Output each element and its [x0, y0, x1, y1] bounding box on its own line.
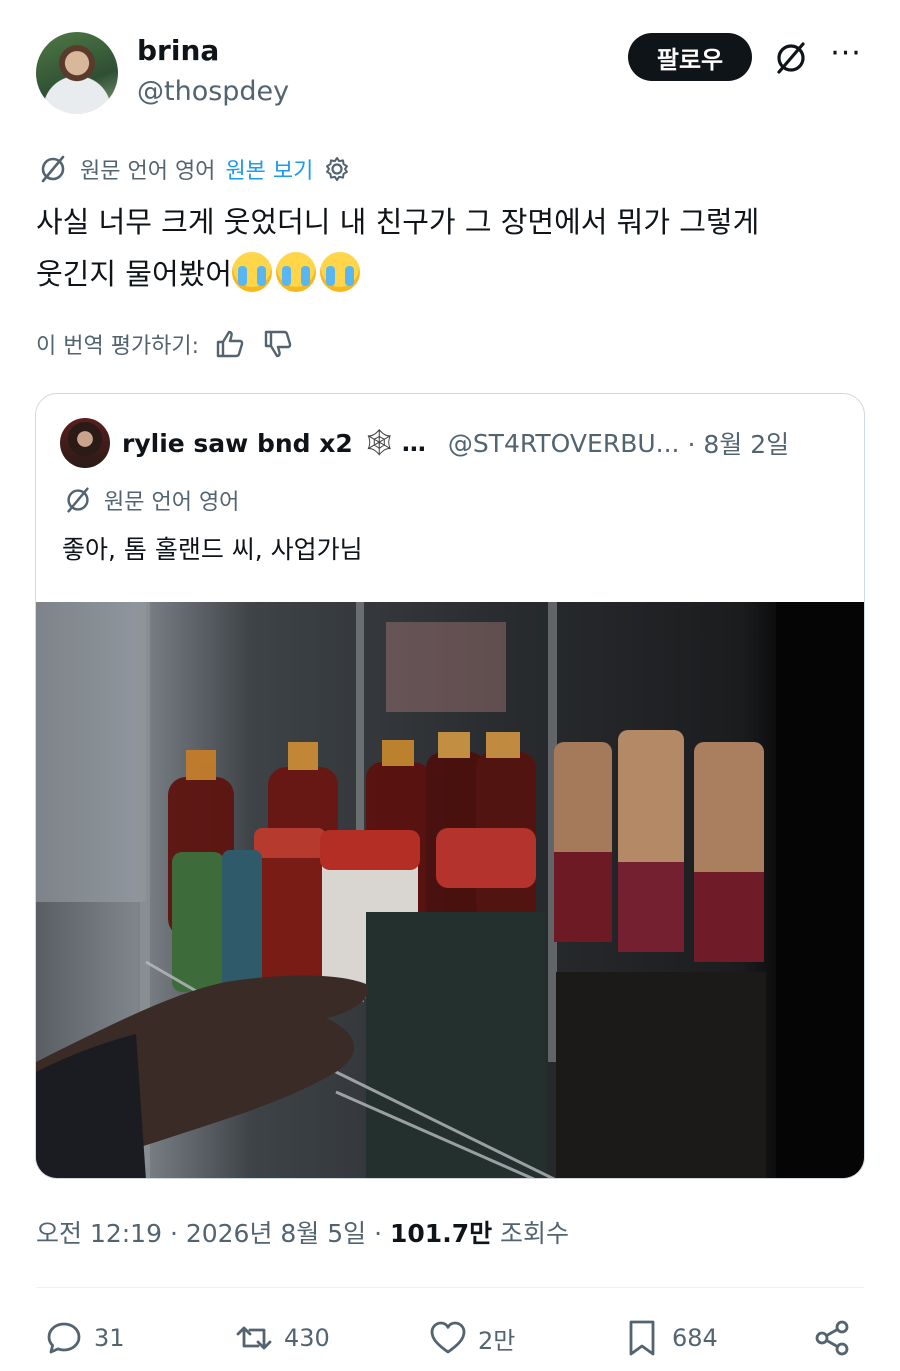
post-text-line: 사실 너무 크게 웃었더니 내 친구가 그 장면에서 뭐가 그렇게 — [36, 205, 760, 239]
quoted-author-name: rylie saw bnd x2 — [122, 428, 353, 458]
author-avatar[interactable] — [36, 32, 118, 114]
bookmark-button[interactable]: 684 — [622, 1310, 718, 1366]
quoted-post[interactable]: rylie saw bnd x2 🕸 … @ST4RTOVERBU... · 8… — [35, 393, 865, 1179]
share-icon — [815, 1320, 849, 1356]
share-button[interactable] — [812, 1310, 862, 1366]
heart-icon — [430, 1321, 466, 1354]
gear-icon[interactable] — [323, 155, 351, 183]
post-timestamp[interactable]: 오전 12:19 · 2026년 8월 5일 · — [36, 1219, 382, 1248]
post-header: brina @thospdey 팔로우 ··· — [0, 0, 900, 140]
quoted-video-thumbnail[interactable] — [36, 602, 864, 1178]
post-text-segment: 웃긴지 물어봤어 — [36, 257, 232, 291]
quoted-translation-label: 원문 언어 영어 — [104, 490, 240, 515]
repost-icon — [236, 1326, 272, 1350]
view-original-link[interactable]: 원본 보기 — [225, 153, 313, 185]
crying-face-emoji-icon — [319, 252, 360, 292]
author-handle[interactable]: @thospdey — [137, 76, 289, 107]
repost-count: 430 — [284, 1324, 330, 1352]
quoted-translation-notice: 원문 언어 영어 — [62, 484, 239, 516]
bookmark-count: 684 — [672, 1324, 718, 1352]
grok-icon[interactable] — [771, 38, 811, 78]
bookmark-icon — [629, 1320, 655, 1356]
reply-count: 31 — [94, 1324, 125, 1352]
author-display-name[interactable]: brina — [137, 34, 219, 67]
view-count-label: 조회수 — [500, 1219, 570, 1248]
reply-icon — [47, 1322, 81, 1354]
follow-button[interactable]: 팔로우 — [628, 33, 752, 81]
like-button[interactable]: 2만 — [428, 1310, 515, 1366]
grok-icon — [41, 155, 65, 183]
crying-face-emoji-icon — [275, 252, 316, 292]
post-text: 사실 너무 크게 웃었더니 내 친구가 그 장면에서 뭐가 그렇게 웃긴지 물어… — [36, 196, 866, 300]
quoted-post-header: rylie saw bnd x2 🕸 … @ST4RTOVERBU... · 8… — [60, 418, 789, 468]
thumbs-down-icon[interactable] — [261, 327, 295, 361]
rate-translation-label: 이 번역 평가하기: — [36, 334, 200, 359]
quoted-author-avatar — [60, 418, 110, 468]
quoted-post-date: · 8월 2일 — [687, 430, 790, 459]
reply-button[interactable]: 31 — [44, 1310, 125, 1366]
post-text-line: 웃긴지 물어봤어 — [36, 248, 866, 300]
spider-web-emoji-icon: 🕸 — [362, 428, 396, 458]
quoted-name-ellipsis: … — [401, 429, 426, 457]
quoted-post-text: 좋아, 톰 홀랜드 씨, 사업가님 — [62, 535, 363, 564]
translation-notice: 원문 언어 영어 원본 보기 — [36, 152, 351, 186]
action-bar: 31 430 2만 684 — [0, 1310, 900, 1366]
grok-icon — [67, 487, 89, 513]
rate-translation: 이 번역 평가하기: — [36, 326, 295, 362]
video-frame-image — [36, 602, 864, 1178]
post-meta: 오전 12:19 · 2026년 8월 5일 · 101.7만 조회수 — [36, 1214, 569, 1250]
thumbs-up-icon[interactable] — [213, 327, 247, 361]
repost-button[interactable]: 430 — [234, 1310, 330, 1366]
divider — [36, 1287, 864, 1288]
quoted-author-handle: @ST4RTOVERBU... — [447, 428, 680, 458]
translation-source-label: 원문 언어 영어 — [80, 159, 216, 184]
crying-face-emoji-icon — [231, 252, 272, 292]
view-count: 101.7만 — [390, 1219, 493, 1248]
like-count: 2만 — [478, 1326, 516, 1355]
more-options-icon[interactable]: ··· — [826, 39, 866, 74]
